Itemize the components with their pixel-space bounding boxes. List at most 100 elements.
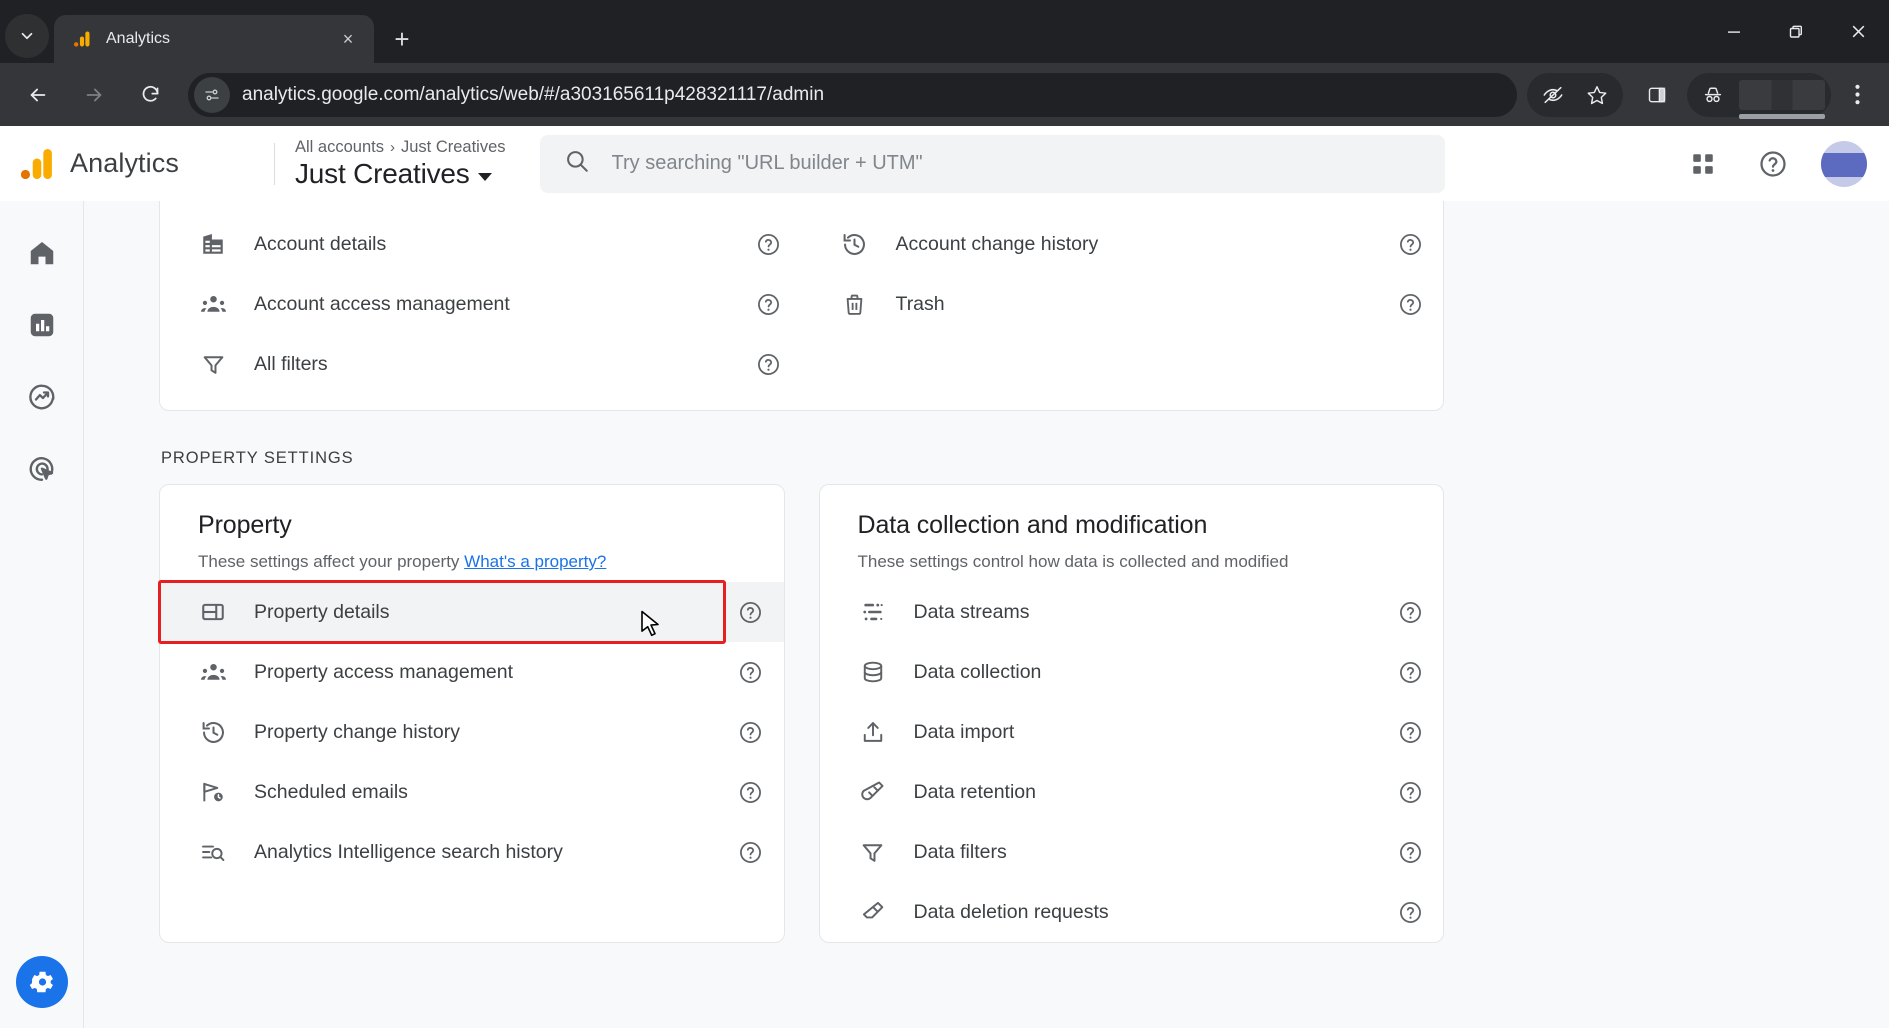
help-circle-icon[interactable] <box>1395 597 1425 627</box>
address-bar[interactable]: analytics.google.com/analytics/web/#/a30… <box>188 72 1517 117</box>
row-data-deletion-requests[interactable]: Data deletion requests <box>820 882 1444 942</box>
row-data-retention[interactable]: Data retention <box>820 762 1444 822</box>
chevron-down-icon[interactable] <box>477 172 492 181</box>
row-all-filters[interactable]: All filters <box>160 334 802 394</box>
funnel-icon <box>198 349 228 379</box>
account-selector[interactable]: All accounts › Just Creatives Just Creat… <box>295 138 506 190</box>
avatar[interactable] <box>1821 140 1867 187</box>
url-text: analytics.google.com/analytics/web/#/a30… <box>242 83 825 105</box>
help-circle-icon[interactable] <box>754 289 784 319</box>
help-circle-icon[interactable] <box>1395 897 1425 927</box>
tab-search-button[interactable] <box>5 13 49 58</box>
row-label: Property access management <box>254 660 514 683</box>
help-circle-icon[interactable] <box>1395 777 1425 807</box>
row-scheduled-emails[interactable]: Scheduled emails <box>160 762 784 822</box>
account-name[interactable]: Just Creatives <box>295 158 506 190</box>
row-property-access-management[interactable]: Property access management <box>160 642 784 702</box>
help-circle-icon[interactable] <box>754 229 784 259</box>
data-card-title: Data collection and modification <box>857 511 1208 539</box>
sidebar-item-explore[interactable] <box>16 371 68 423</box>
row-label: Data deletion requests <box>913 900 1109 923</box>
site-settings-icon[interactable] <box>194 76 230 113</box>
row-account-access-management[interactable]: Account access management <box>160 274 802 334</box>
help-circle-icon[interactable] <box>1395 657 1425 687</box>
row-trash[interactable]: Trash <box>802 274 1444 334</box>
data-collection-card: Data collection and modification These s… <box>818 484 1444 943</box>
window-controls <box>1703 0 1889 63</box>
row-label: Trash <box>895 292 945 315</box>
row-data-import[interactable]: Data import <box>820 702 1444 762</box>
row-data-filters[interactable]: Data filters <box>820 822 1444 882</box>
help-circle-icon[interactable] <box>736 597 766 627</box>
row-property-change-history[interactable]: Property change history <box>160 702 784 762</box>
help-circle-icon[interactable] <box>1395 289 1425 319</box>
sidebar-item-reports[interactable] <box>16 299 68 351</box>
row-label: Account change history <box>895 232 1099 255</box>
back-icon[interactable] <box>14 71 62 119</box>
row-analytics-intelligence-search-history[interactable]: Analytics Intelligence search history <box>160 822 784 882</box>
help-circle-icon[interactable] <box>754 349 784 379</box>
search-bar[interactable] <box>539 134 1445 193</box>
minimize-button[interactable] <box>1703 0 1765 63</box>
data-card-head: Data collection and modification These s… <box>820 485 1444 572</box>
upload-icon <box>858 717 888 747</box>
forward-icon[interactable] <box>70 71 118 119</box>
admin-content: These settings affect your analytics acc… <box>84 201 1889 1028</box>
help-circle-icon[interactable] <box>736 657 766 687</box>
property-cards-grid: Property These settings affect your prop… <box>158 484 1444 943</box>
side-panel-icon[interactable] <box>1635 73 1679 117</box>
analytics-header: Analytics All accounts › Just Creatives … <box>0 126 1889 201</box>
chrome-menu-icon[interactable] <box>1835 73 1879 117</box>
sidebar-item-home[interactable] <box>16 227 68 279</box>
account-rows: Account details Account access managemen… <box>160 201 1443 400</box>
apps-grid-icon[interactable] <box>1681 142 1725 186</box>
maximize-button[interactable] <box>1765 0 1827 63</box>
analytics-brand[interactable]: Analytics <box>18 145 268 183</box>
analytics-wordmark: Analytics <box>70 148 179 178</box>
account-settings-card: These settings affect your analytics acc… <box>159 201 1444 411</box>
header-divider <box>274 142 275 185</box>
breadcrumb-account[interactable]: Just Creatives <box>401 138 506 157</box>
help-circle-icon[interactable] <box>736 837 766 867</box>
account-name-text: Just Creatives <box>295 157 470 189</box>
data-card-rows: Data streams Data collection Data import… <box>820 572 1444 942</box>
row-label: Analytics Intelligence search history <box>254 840 563 863</box>
analytics-favicon <box>72 29 92 49</box>
data-card-subtitle: These settings control how data is colle… <box>857 552 1289 571</box>
help-circle-icon[interactable] <box>1395 717 1425 747</box>
breadcrumb-all-accounts[interactable]: All accounts <box>295 138 384 157</box>
search-input[interactable] <box>611 152 1421 175</box>
new-tab-button[interactable]: + <box>382 19 422 59</box>
account-rows-right: Account change history Trash <box>802 214 1444 394</box>
row-label: Property details <box>254 600 390 623</box>
row-account-details[interactable]: Account details <box>160 214 802 274</box>
account-rows-left: Account details Account access managemen… <box>160 214 802 394</box>
data-streams-icon <box>858 597 888 627</box>
eraser-icon <box>858 897 888 927</box>
help-circle-icon[interactable] <box>1751 142 1795 186</box>
gear-icon[interactable] <box>15 956 68 1008</box>
row-data-streams[interactable]: Data streams <box>820 582 1444 642</box>
bookmark-star-icon[interactable] <box>1575 73 1619 117</box>
close-icon[interactable]: × <box>334 25 362 53</box>
tracking-protection-icon[interactable] <box>1531 73 1575 117</box>
help-circle-icon[interactable] <box>1395 229 1425 259</box>
rail-bottom <box>0 956 83 1008</box>
profile-chip[interactable] <box>1687 72 1831 119</box>
row-label: Data streams <box>913 600 1030 623</box>
whats-a-property-link[interactable]: What's a property? <box>464 552 606 571</box>
row-data-collection[interactable]: Data collection <box>820 642 1444 702</box>
incognito-icon[interactable] <box>1691 73 1735 117</box>
left-nav-rail <box>0 201 140 1028</box>
profile-name-redacted <box>1739 79 1825 119</box>
sidebar-item-advertising[interactable] <box>16 443 68 495</box>
reload-icon[interactable] <box>126 71 174 119</box>
help-circle-icon[interactable] <box>736 777 766 807</box>
help-circle-icon[interactable] <box>736 717 766 747</box>
property-settings-section-label: PROPERTY SETTINGS <box>161 449 354 467</box>
row-account-change-history[interactable]: Account change history <box>802 214 1444 274</box>
window-close-button[interactable] <box>1827 0 1889 63</box>
browser-tab[interactable]: Analytics × <box>54 15 374 63</box>
help-circle-icon[interactable] <box>1395 837 1425 867</box>
row-property-details[interactable]: Property details <box>158 580 784 644</box>
